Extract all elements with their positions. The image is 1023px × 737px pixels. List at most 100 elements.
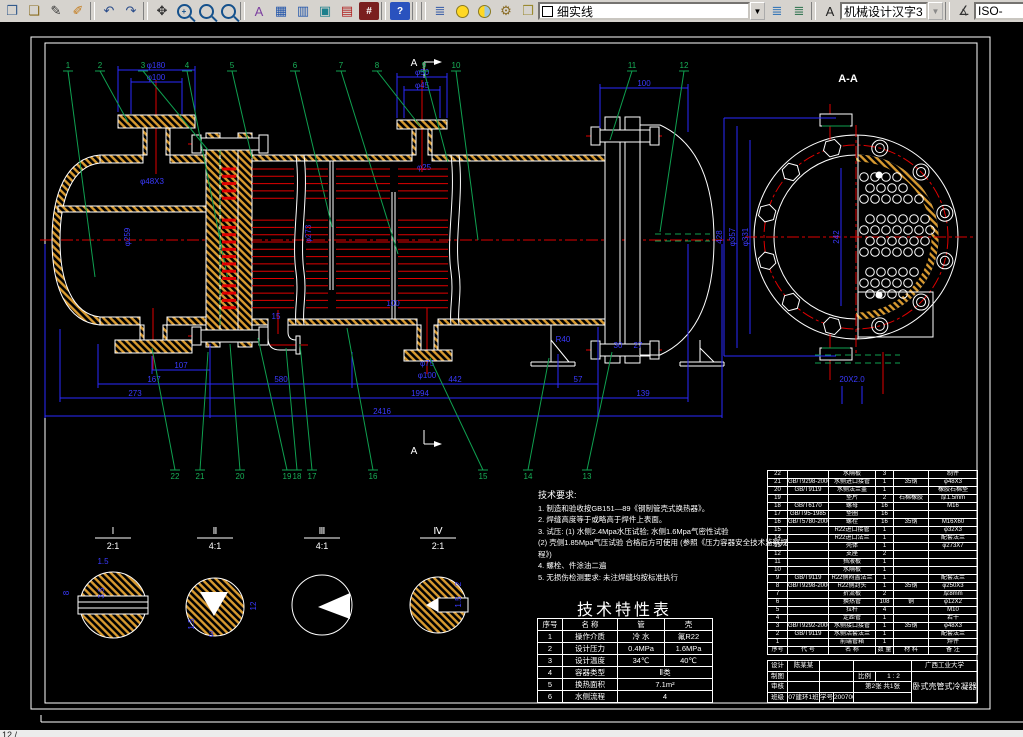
calculator-icon[interactable]: # [359,2,379,20]
bom-cell: 10 [767,566,788,575]
callout-leader [346,327,374,471]
tube-end [222,269,236,273]
tube-hole [881,172,891,182]
render-icon[interactable]: ▣ [315,2,335,20]
zoom-window-icon[interactable] [196,2,216,20]
dim-style-icon[interactable]: ∡ [954,2,974,20]
help-icon[interactable]: ? [390,2,410,20]
textstyle-combo-arrow[interactable]: ▼ [928,2,943,20]
dimension-label: 273 [128,389,142,398]
layers-icon[interactable]: ≣ [430,2,450,20]
bom-cell: 1 [875,542,894,551]
bom-cell: 1 [875,526,894,535]
bom-cell [787,606,829,615]
sheetset-icon[interactable]: ▤ [337,2,357,20]
bom-cell: R22侧封头 [828,582,876,591]
bom-cell: M10 [928,606,978,615]
tube-hole [865,289,875,299]
pass-partition-plate [57,205,209,213]
linetype-combo[interactable]: 细实线 [538,2,750,20]
dimension-label: φ48X3 [140,177,164,186]
dimension-label: φ331 [741,227,750,246]
match-properties-icon[interactable]: A [249,2,269,20]
dimension-label: 428 [715,230,724,244]
tube-hole [865,214,875,224]
dimension-label: 30 [614,341,623,350]
tube-hole [870,194,880,204]
pencil-icon[interactable]: ✎ [46,2,66,20]
bom-row: 1 前端管箱 1 焊件 [767,638,978,647]
section-view-a-a [723,104,975,404]
bom-cell: 制件 [928,470,978,479]
bom-cell: 水侧进口接管 [828,478,876,487]
bom-cell: 4 [875,606,894,615]
edit-lightning-icon[interactable]: ✐ [68,2,88,20]
pan-icon[interactable]: ✥ [152,2,172,20]
dimension-label: φ25 [417,163,432,172]
layer-freeze-bulb-icon[interactable] [474,2,494,20]
tube-end [222,240,236,244]
bom-cell [893,550,929,559]
redo-icon[interactable]: ↷ [121,2,141,20]
drawing-canvas[interactable]: φ180 φ100 φ48X3 φ50 φ45 φ25 100 φ259 φ273 107 167 5… [0,22,1023,730]
layer-properties-icon[interactable]: ▦ [271,2,291,20]
undo-icon[interactable]: ↶ [99,2,119,20]
dimstyle-combo[interactable]: ISO- [974,2,1023,20]
bom-cell: 水侧法兰盖 [828,486,876,495]
callout-leader [285,347,298,471]
linetype-combo-arrow[interactable]: ▼ [750,2,765,20]
bom-cell: 螺栓 [828,518,876,527]
copy-icon[interactable]: ❐ [2,2,22,20]
bom-row: 7 折流板 2 厚8mm [767,590,978,599]
bom-cell [893,526,929,535]
textstyle-combo[interactable]: 机械设计汉字3 [840,2,928,20]
flange-bolt-hex [757,203,777,223]
note-line: 5. 无损伤检测要求: 未注焊缝均按标准执行 [538,572,679,582]
bom-cell: 定距管 [828,614,876,623]
bom-cell: 2 [875,590,894,599]
callout-number: 19 [283,472,292,481]
open-sheet-icon[interactable]: ❏ [24,2,44,20]
text-style-icon[interactable]: A [820,2,840,20]
callout-number: 12 [680,61,689,70]
dimension-label: 167 [147,375,161,384]
bom-cell: 12 [767,550,788,559]
zoom-previous-icon[interactable] [218,2,238,20]
bom-cell [928,510,978,519]
dimension-label: 580 [274,375,288,384]
detail-scale: 2:1 [432,541,445,551]
dimension-label: φ100 [418,371,437,380]
layer-on-bulb-icon[interactable] [452,2,472,20]
bom-cell: φ12X2 [928,598,978,607]
bom-row: 20 GB/T9119 水侧法兰盖 1 橡胶石棉垫 [767,486,978,495]
layer-previous-icon[interactable]: ≣ [789,2,809,20]
layer-states-icon[interactable]: ≣ [767,2,787,20]
bom-cell: φ32X3 [928,526,978,535]
bom-cell [787,526,829,535]
bom-cell: φ273X7 [928,542,978,551]
bom-row: 15 R22进口接管 1 φ32X3 [767,526,978,535]
bom-cell: 1 [875,558,894,567]
layer-color-icon[interactable]: ❒ [518,2,538,20]
bom-row: 9 GB/T9119 R22侧闷盖法兰 1 配套法兰 [767,574,978,583]
bom-cell: 螺母 [828,502,876,511]
bom-header-cell: 备 注 [928,646,978,655]
bottom-nozzle [403,324,453,362]
layer-translate-icon[interactable]: ▥ [293,2,313,20]
tube-hole [892,194,902,204]
callout-number: 9 [422,61,427,70]
bom-row: 21 GB/T9298-2000 水侧进口接管 1 35钢 φ48X3 [767,478,978,487]
tube-hole [887,236,897,246]
callout-number: 21 [196,472,205,481]
toolbar-separator [240,2,245,20]
toolbar-separator [811,2,816,20]
bom-cell: 22 [767,470,788,479]
bom-cell: 7 [767,590,788,599]
zoom-realtime-icon[interactable]: + [174,2,194,20]
bom-cell: 1 [875,534,894,543]
bom-cell: 4 [767,614,788,623]
bom-cell: 35钢 [893,582,929,591]
layer-lock-icon[interactable]: ⚙ [496,2,516,20]
bom-cell [893,574,929,583]
detail-scale: 4:1 [316,541,329,551]
